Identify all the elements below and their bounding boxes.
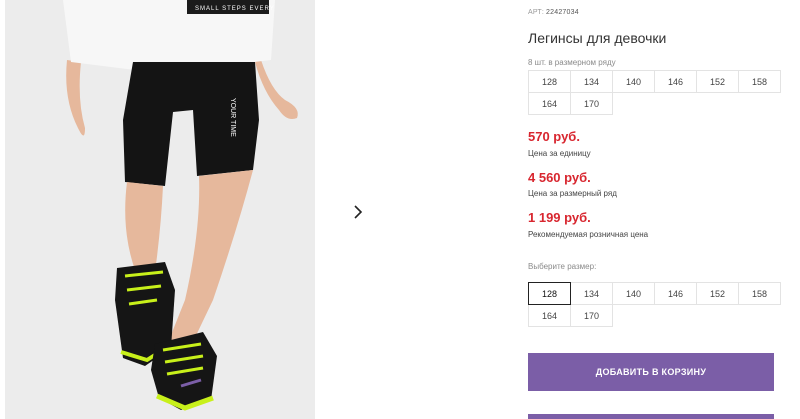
size-option[interactable]: 134	[570, 282, 613, 305]
leggings-print-text: YOUR TIME	[229, 98, 236, 137]
model-illustration: SMALL STEPS EVERY YOUR TIME	[5, 0, 315, 419]
size-row-cell: 170	[570, 92, 613, 115]
size-row-cell: 146	[654, 70, 697, 93]
size-option[interactable]: 140	[612, 282, 655, 305]
unit-price-caption: Цена за единицу	[528, 149, 591, 158]
row-price-caption: Цена за размерный ряд	[528, 189, 617, 198]
size-option-selected[interactable]: 128	[528, 282, 571, 305]
choose-size-label: Выберите размер:	[528, 262, 597, 271]
size-option[interactable]: 158	[738, 282, 781, 305]
size-option[interactable]: 146	[654, 282, 697, 305]
size-option[interactable]: 152	[696, 282, 739, 305]
size-row-cell: 158	[738, 70, 781, 93]
sku-line: АРТ: 22427034	[528, 9, 579, 16]
sku-value: 22427034	[546, 9, 579, 16]
size-row-cell: 140	[612, 70, 655, 93]
shirt-print-text: SMALL STEPS EVERY	[195, 6, 275, 12]
size-row-cell: 134	[570, 70, 613, 93]
size-row-grid: 128 134 140 146 152 158 164 170	[528, 70, 781, 115]
unit-price: 570 руб.	[528, 129, 580, 144]
next-image-button[interactable]	[339, 193, 377, 231]
size-option[interactable]: 164	[528, 304, 571, 327]
product-gallery: SMALL STEPS EVERY YOUR TIME	[0, 0, 490, 419]
retail-price: 1 199 руб.	[528, 210, 591, 225]
secondary-button[interactable]	[528, 414, 774, 419]
size-row-cell: 128	[528, 70, 571, 93]
size-row-cell: 164	[528, 92, 571, 115]
sku-label: АРТ:	[528, 9, 545, 16]
product-photo: SMALL STEPS EVERY YOUR TIME	[5, 0, 315, 419]
chevron-right-icon	[354, 205, 363, 219]
size-selector: 128 134 140 146 152 158 164 170	[528, 282, 781, 327]
size-row-note: 8 шт. в размерном ряду	[528, 58, 616, 67]
add-to-cart-button[interactable]: ДОБАВИТЬ В КОРЗИНУ	[528, 353, 774, 391]
size-row-cell: 152	[696, 70, 739, 93]
product-title: Легинсы для девочки	[528, 30, 667, 46]
row-price: 4 560 руб.	[528, 170, 591, 185]
size-option[interactable]: 170	[570, 304, 613, 327]
retail-price-caption: Рекомендуемая розничная цена	[528, 230, 649, 239]
